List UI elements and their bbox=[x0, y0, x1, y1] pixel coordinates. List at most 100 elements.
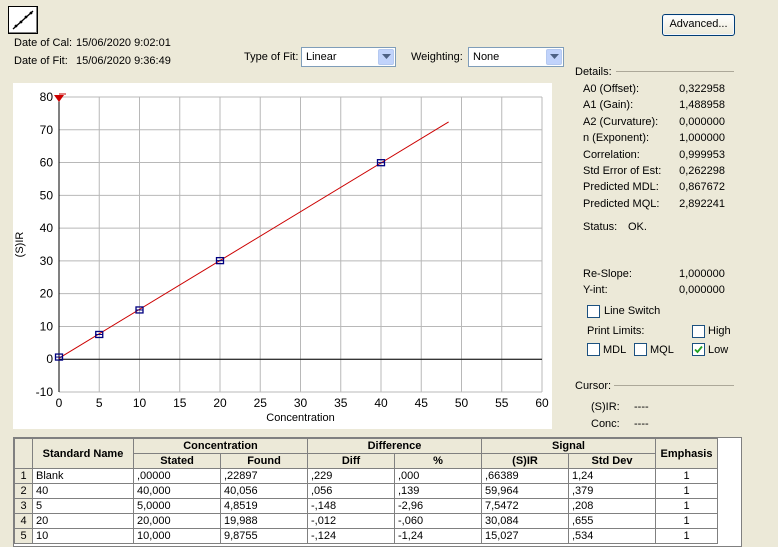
mdl-checkbox[interactable] bbox=[587, 343, 600, 356]
cell-diff[interactable]: -,148 bbox=[307, 498, 395, 514]
cell-emph[interactable]: 1 bbox=[655, 513, 718, 529]
cell-emph[interactable]: 1 bbox=[655, 528, 718, 544]
low-checkbox[interactable] bbox=[692, 343, 705, 356]
details-row: Predicted MDL: 0,867672 bbox=[583, 181, 725, 195]
row-number[interactable]: 2 bbox=[14, 483, 33, 499]
cell-std[interactable]: ,534 bbox=[568, 528, 656, 544]
x-tick-label: 25 bbox=[254, 396, 268, 410]
cell-name[interactable]: 40 bbox=[32, 483, 134, 499]
line-switch-checkbox[interactable] bbox=[587, 305, 600, 318]
type-of-fit-value: Linear bbox=[306, 51, 337, 63]
y-tick-label: 10 bbox=[40, 319, 54, 333]
col-found[interactable]: Found bbox=[220, 453, 308, 469]
cell-name[interactable]: 5 bbox=[32, 498, 134, 514]
x-tick-label: 60 bbox=[535, 396, 549, 410]
cell-std[interactable]: ,655 bbox=[568, 513, 656, 529]
advanced-button[interactable]: Advanced... bbox=[662, 14, 735, 36]
weighting-select[interactable]: None bbox=[468, 47, 564, 67]
calibration-plot[interactable]: 0 5 10 15 20 25 30 35 40 45 50 55 60 -10 0 10 20 30 40 50 60… bbox=[13, 83, 552, 429]
cell-found[interactable]: 40,056 bbox=[220, 483, 308, 499]
type-of-fit-select[interactable]: Linear bbox=[301, 47, 396, 67]
cell-diff[interactable]: -,012 bbox=[307, 513, 395, 529]
date-of-fit-label: Date of Fit: bbox=[14, 55, 68, 67]
cell-std[interactable]: 1,24 bbox=[568, 468, 656, 484]
cell-stated[interactable]: 5,0000 bbox=[133, 498, 221, 514]
cell-sir[interactable]: 15,027 bbox=[481, 528, 569, 544]
cell-found[interactable]: 19,988 bbox=[220, 513, 308, 529]
status-value: OK. bbox=[628, 221, 647, 233]
cell-pct[interactable]: -,060 bbox=[394, 513, 482, 529]
cell-sir[interactable]: 7,5472 bbox=[481, 498, 569, 514]
col-std-dev[interactable]: Std Dev bbox=[568, 453, 656, 469]
cell-sir[interactable]: ,66389 bbox=[481, 468, 569, 484]
row-number[interactable]: 1 bbox=[14, 468, 33, 484]
cell-std[interactable]: ,379 bbox=[568, 483, 656, 499]
row-number[interactable]: 5 bbox=[14, 528, 33, 544]
cell-name[interactable]: 20 bbox=[32, 513, 134, 529]
col-pct[interactable]: % bbox=[394, 453, 482, 469]
cell-emph[interactable]: 1 bbox=[655, 483, 718, 499]
cell-found[interactable]: ,22897 bbox=[220, 468, 308, 484]
mql-label: MQL bbox=[650, 344, 674, 356]
y-tick-label: 20 bbox=[40, 287, 54, 301]
cell-emph[interactable]: 1 bbox=[655, 498, 718, 514]
col-sir[interactable]: (S)IR bbox=[481, 453, 569, 469]
y-tick-label: 60 bbox=[40, 156, 54, 170]
cell-diff[interactable]: ,056 bbox=[307, 483, 395, 499]
col-stated[interactable]: Stated bbox=[133, 453, 221, 469]
cell-pct[interactable]: ,000 bbox=[394, 468, 482, 484]
calibration-chart-svg: 0 5 10 15 20 25 30 35 40 45 50 55 60-100102030405060… bbox=[14, 90, 549, 424]
x-tick-label: 55 bbox=[495, 396, 509, 410]
cell-sir[interactable]: 30,084 bbox=[481, 513, 569, 529]
cell-stated[interactable]: 10,000 bbox=[133, 528, 221, 544]
row-number[interactable]: 3 bbox=[14, 498, 33, 514]
cell-pct[interactable]: -2,96 bbox=[394, 498, 482, 514]
x-tick-label: 35 bbox=[334, 396, 348, 410]
cell-stated[interactable]: ,00000 bbox=[133, 468, 221, 484]
details-row: A1 (Gain): 1,488958 bbox=[583, 99, 725, 113]
details-row-label: Predicted MQL: bbox=[583, 197, 660, 210]
details-row: A2 (Curvature): 0,000000 bbox=[583, 116, 725, 130]
details-row: Std Error of Est: 0,262298 bbox=[583, 165, 725, 179]
details-row-value: 1,000000 bbox=[679, 132, 725, 145]
cell-found[interactable]: 4,8519 bbox=[220, 498, 308, 514]
chevron-down-icon[interactable] bbox=[546, 49, 562, 65]
table-row[interactable]: 3 5 5,0000 4,8519 -,148 -2,96 7,5472,208 1 bbox=[14, 498, 718, 514]
col-diff[interactable]: Diff bbox=[307, 453, 395, 469]
cell-pct[interactable]: -1,24 bbox=[394, 528, 482, 544]
line-switch-label: Line Switch bbox=[604, 305, 661, 317]
table-row[interactable]: 5 10 10,000 9,8755 -,124 -1,24 15,027,534 1 bbox=[14, 528, 718, 544]
cell-pct[interactable]: ,139 bbox=[394, 483, 482, 499]
table-row[interactable]: 4 20 20,000 19,988 -,012 -,060 30,084,655 1 bbox=[14, 513, 718, 529]
curve-fit-button[interactable] bbox=[8, 6, 38, 34]
cell-stated[interactable]: 40,000 bbox=[133, 483, 221, 499]
cell-diff[interactable]: -,124 bbox=[307, 528, 395, 544]
details-row-value: 0,999953 bbox=[679, 148, 725, 161]
fit-line bbox=[58, 121, 449, 359]
cell-name[interactable]: Blank bbox=[32, 468, 134, 484]
col-emphasis[interactable]: Emphasis bbox=[655, 438, 718, 469]
details-row: n (Exponent): 1,000000 bbox=[583, 132, 725, 146]
high-checkbox[interactable] bbox=[692, 325, 705, 338]
table-row[interactable]: 1 Blank ,00000,22897,229,000,66389 1,24 1 bbox=[14, 468, 718, 484]
mql-checkbox[interactable] bbox=[634, 343, 647, 356]
x-tick-label: 15 bbox=[173, 396, 187, 410]
details-title: Details: bbox=[575, 66, 612, 78]
x-tick-label: 40 bbox=[374, 396, 388, 410]
details-row-label: Correlation: bbox=[583, 148, 640, 161]
cell-found[interactable]: 9,8755 bbox=[220, 528, 308, 544]
col-standard-name[interactable]: Standard Name bbox=[32, 438, 134, 469]
row-number[interactable]: 4 bbox=[14, 513, 33, 529]
chevron-down-icon[interactable] bbox=[378, 49, 394, 65]
cell-diff[interactable]: ,229 bbox=[307, 468, 395, 484]
group-concentration: Concentration bbox=[133, 438, 308, 454]
cell-stated[interactable]: 20,000 bbox=[133, 513, 221, 529]
cell-emph[interactable]: 1 bbox=[655, 468, 718, 484]
table-row[interactable]: 2 40 40,000 40,056,056,139 59,964,379 1 bbox=[14, 483, 718, 499]
cell-sir[interactable]: 59,964 bbox=[481, 483, 569, 499]
details-row-label: A2 (Curvature): bbox=[583, 115, 659, 128]
cell-name[interactable]: 10 bbox=[32, 528, 134, 544]
cell-std[interactable]: ,208 bbox=[568, 498, 656, 514]
group-signal: Signal bbox=[481, 438, 656, 454]
y-axis-label: (S)IR bbox=[14, 232, 26, 258]
